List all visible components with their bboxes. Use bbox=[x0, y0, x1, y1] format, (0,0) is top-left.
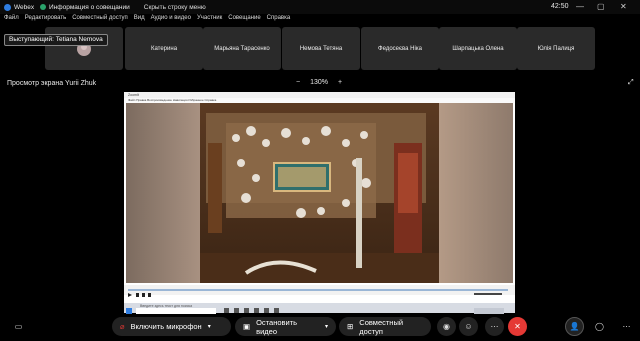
camera-icon: ▣ bbox=[243, 322, 251, 331]
maximize-icon[interactable]: ▢ bbox=[597, 2, 605, 11]
share-label: Совместный доступ bbox=[359, 317, 404, 336]
participant-name: Юлія Палиця bbox=[537, 45, 575, 52]
hide-menu-button[interactable]: Скрыть строку меню bbox=[144, 4, 206, 11]
title-bar: Webex Информация о совещании Скрыть стро… bbox=[0, 0, 640, 14]
shared-taskbar: Введите здесь текст для поиска bbox=[124, 303, 515, 314]
menu-view[interactable]: Вид bbox=[134, 15, 145, 26]
chevron-down-icon[interactable]: ▾ bbox=[208, 323, 211, 330]
app-brand: Webex bbox=[4, 3, 37, 11]
zoom-out-button[interactable]: − bbox=[296, 79, 300, 86]
more-panel-icon[interactable]: ⋯ bbox=[617, 317, 636, 336]
chat-icon[interactable]: ▭ bbox=[9, 317, 28, 336]
meeting-info-label: Информация о совещании bbox=[49, 3, 130, 11]
share-button[interactable]: ⊞ Совместный доступ bbox=[339, 317, 431, 336]
participant-name: Шарпацька Олена bbox=[452, 45, 504, 52]
participant-tile[interactable]: Юлія Палиця bbox=[517, 27, 595, 70]
menu-help[interactable]: Справка bbox=[267, 15, 291, 26]
zoom-controls: − 130% + bbox=[296, 79, 342, 86]
zoom-in-button[interactable]: + bbox=[338, 79, 342, 86]
close-icon[interactable]: ✕ bbox=[620, 2, 627, 11]
participant-name: Федосеєва Ніка bbox=[378, 45, 422, 52]
player-controls bbox=[124, 285, 515, 297]
room-photo bbox=[126, 103, 513, 283]
taskbar-search[interactable]: Введите здесь текст для поиска bbox=[140, 304, 192, 308]
participant-name: Катерина bbox=[150, 45, 178, 52]
reactions-icon[interactable]: ☺ bbox=[459, 317, 478, 336]
record-icon[interactable]: ◉ bbox=[437, 317, 456, 336]
app-name: Webex bbox=[14, 3, 35, 11]
participant-tile[interactable]: Марьяна Тарасенко bbox=[203, 27, 281, 70]
menu-audio-video[interactable]: Аудио и видео bbox=[151, 15, 191, 26]
participant-name: Немова Тетяна bbox=[299, 45, 343, 52]
participant-tile[interactable]: Федосеєва Ніка bbox=[361, 27, 439, 70]
participant-tile[interactable]: Немова Тетяна bbox=[282, 27, 360, 70]
more-options-icon[interactable]: ⋯ bbox=[485, 317, 504, 336]
menu-meeting[interactable]: Совещание bbox=[228, 15, 260, 26]
minimize-icon[interactable]: — bbox=[576, 2, 584, 11]
stop-video-label: Остановить видео bbox=[256, 317, 298, 336]
meeting-info-button[interactable]: Информация о совещании bbox=[40, 4, 130, 11]
menu-participant[interactable]: Участник bbox=[197, 15, 222, 26]
participant-tile[interactable]: Катерина bbox=[125, 27, 203, 70]
shared-video-frame bbox=[126, 103, 513, 283]
chevron-down-icon[interactable]: ▾ bbox=[325, 323, 328, 330]
chat-panel-icon[interactable]: ◯ bbox=[590, 317, 609, 336]
menu-bar: Файл Редактировать Совместный доступ Вид… bbox=[0, 15, 292, 26]
participants-icon[interactable]: 👤 bbox=[565, 317, 584, 336]
unmute-label: Включить микрофон bbox=[130, 322, 202, 331]
share-view-label: Просмотр экрана Yurii Zhuk bbox=[7, 80, 97, 87]
meeting-timer: 42:50 bbox=[551, 3, 569, 10]
end-call-button[interactable]: ✕ bbox=[508, 317, 527, 336]
fullscreen-icon[interactable]: ⤢ bbox=[628, 79, 634, 87]
zoom-level: 130% bbox=[310, 79, 328, 86]
menu-file[interactable]: Файл bbox=[4, 15, 19, 26]
share-view-bar: Просмотр экрана Yurii Zhuk − 130% + ⤢ bbox=[0, 79, 640, 91]
menu-share[interactable]: Совместный доступ bbox=[72, 15, 128, 26]
share-icon: ⊞ bbox=[347, 322, 354, 331]
menu-edit[interactable]: Редактировать bbox=[25, 15, 66, 26]
shared-screen[interactable]: ZoomIt Файл Правка Воспроизведение Навиг… bbox=[124, 92, 515, 314]
webex-logo-icon bbox=[4, 3, 11, 11]
mic-off-icon: ⌀ bbox=[120, 322, 125, 331]
shield-icon bbox=[40, 4, 46, 10]
stop-video-button[interactable]: ▣ Остановить видео ▾ bbox=[235, 317, 336, 336]
participant-tile[interactable]: Шарпацька Олена bbox=[439, 27, 517, 70]
presenter-label: Выступающий: Tetiana Nemova bbox=[4, 34, 108, 46]
unmute-button[interactable]: ⌀ Включить микрофон ▾ bbox=[112, 317, 231, 336]
participant-name: Марьяна Тарасенко bbox=[214, 45, 270, 52]
player-controls-icons bbox=[128, 289, 508, 297]
